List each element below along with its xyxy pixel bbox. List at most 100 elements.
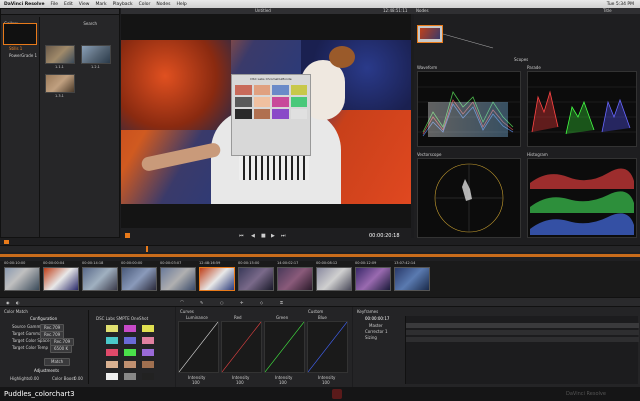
parade-scope [527, 71, 637, 147]
match-swatch[interactable] [106, 325, 118, 332]
match-swatch[interactable] [124, 361, 136, 368]
node-thumb [420, 28, 440, 39]
playhead[interactable] [146, 246, 148, 252]
menu-file[interactable]: File [51, 2, 59, 7]
qualifier-icon[interactable]: ✎ [200, 301, 203, 305]
match-swatch[interactable] [142, 373, 154, 380]
album-powergrade-1[interactable]: PowerGrade 1 [9, 54, 37, 58]
menu-view[interactable]: View [79, 2, 90, 7]
window-icon[interactable]: ○ [220, 301, 224, 305]
match-swatch[interactable] [106, 349, 118, 356]
chart-swatch [235, 85, 252, 95]
keyframe-track-sizing[interactable]: Sizing [365, 336, 377, 340]
match-swatch[interactable] [142, 337, 154, 344]
curves-mode[interactable]: Custom [308, 310, 323, 314]
menu-color[interactable]: Color [139, 2, 151, 7]
curve-label-blue: Blue [318, 315, 327, 320]
timeline-clip[interactable] [43, 267, 79, 291]
curve-green[interactable] [264, 321, 305, 373]
match-swatch[interactable] [124, 349, 136, 356]
curve-luminance[interactable] [178, 321, 219, 373]
timeline-clip[interactable] [394, 267, 430, 291]
menu-mark[interactable]: Mark [95, 2, 106, 7]
gallery-album-thumb[interactable] [3, 23, 37, 45]
color-page-icon[interactable] [332, 389, 342, 399]
match-icon[interactable]: ◐ [16, 301, 20, 305]
highlights-value[interactable]: 0.00 [30, 377, 39, 381]
node-01[interactable] [417, 25, 443, 43]
nodes-tab[interactable]: Title [603, 9, 612, 13]
gallery-search[interactable]: Search [83, 21, 97, 26]
curves-icon[interactable]: ⌒ [180, 301, 184, 305]
still-thumb[interactable] [45, 45, 75, 64]
key-icon[interactable]: ⚿ [280, 301, 283, 305]
match-swatch[interactable] [142, 361, 154, 368]
match-swatch[interactable] [142, 325, 154, 332]
match-swatch[interactable] [106, 337, 118, 344]
node-connection [443, 33, 494, 49]
match-swatch[interactable] [124, 337, 136, 344]
timeline-clip[interactable] [238, 267, 274, 291]
target-temp-field[interactable]: 6500 K [50, 345, 73, 353]
clip-timecode: 00:00:14:18 [82, 261, 104, 265]
chart-name: DSC Labs SMPTE OneShot [96, 316, 149, 321]
waveform-scope [417, 71, 521, 147]
curves-panel: Curves Custom Luminance Red Green Blue I… [176, 307, 352, 387]
chart-swatch [272, 109, 289, 119]
still-label: 1.2.1 [91, 65, 100, 69]
match-swatch[interactable] [124, 373, 136, 380]
timeline-clip[interactable] [82, 267, 118, 291]
match-swatch[interactable] [124, 325, 136, 332]
waveform-trace [418, 86, 520, 137]
app-menu[interactable]: DaVinci Resolve [4, 2, 45, 7]
still-thumb[interactable] [81, 45, 111, 64]
highlights-label: Highlights [10, 376, 31, 381]
album-stills-1[interactable]: Stills 1 [9, 47, 22, 51]
intensity-value[interactable]: 100 [322, 381, 330, 385]
keyframe-track-master[interactable]: Master [369, 324, 383, 328]
color-wheel-icon[interactable]: ◉ [6, 301, 10, 305]
timeline-ruler[interactable] [0, 246, 640, 252]
viewer-timecode-top: 12:48:51:11 [383, 8, 408, 13]
menu-bar: DaVinci Resolve File Edit View Mark Play… [0, 0, 640, 8]
chart-swatch [272, 97, 289, 107]
intensity-value[interactable]: 100 [279, 381, 287, 385]
timeline-clip[interactable] [355, 267, 391, 291]
match-swatch[interactable] [106, 361, 118, 368]
match-button[interactable]: Match [44, 358, 71, 366]
keyframe-graph[interactable] [405, 316, 639, 384]
curve-label-red: Red [234, 315, 242, 320]
timeline-clip[interactable] [160, 267, 196, 291]
timeline-clip[interactable] [316, 267, 352, 291]
still-label: 1.3.1 [55, 94, 64, 98]
timeline-toolbar [0, 238, 640, 246]
color-boost-label: Color Boost [52, 376, 76, 381]
gallery-divider [39, 17, 40, 239]
curve-blue[interactable] [307, 321, 348, 373]
blur-icon[interactable]: ◇ [260, 301, 263, 305]
target-temp-label: Target Color Temp [12, 345, 49, 350]
intensity-value[interactable]: 100 [192, 381, 200, 385]
menu-help[interactable]: Help [177, 2, 187, 7]
timeline-clip[interactable] [4, 267, 40, 291]
menu-playback[interactable]: Playback [113, 2, 133, 7]
color-boost-value[interactable]: 0.00 [74, 377, 83, 381]
menu-edit[interactable]: Edit [64, 2, 73, 7]
timeline-clip[interactable] [199, 267, 235, 291]
video-frame[interactable]: DSC Labs ChromaDuMonde [121, 40, 411, 204]
timeline-icon[interactable] [4, 240, 9, 244]
timeline-clip[interactable] [121, 267, 157, 291]
timeline-clip[interactable] [277, 267, 313, 291]
intensity-value[interactable]: 100 [236, 381, 244, 385]
curve-red[interactable] [221, 321, 262, 373]
histogram-scope [527, 158, 637, 238]
match-swatch[interactable] [106, 373, 118, 380]
viewer-title: Untitled [255, 8, 271, 13]
waveform-label: Waveform [417, 65, 438, 70]
match-swatch[interactable] [142, 349, 154, 356]
tracker-icon[interactable]: ✛ [240, 301, 243, 305]
still-thumb[interactable] [45, 74, 75, 93]
keyframe-track-corrector[interactable]: Corrector 1 [365, 330, 388, 334]
chart-swatches [235, 85, 307, 119]
menu-nodes[interactable]: Nodes [156, 2, 170, 7]
